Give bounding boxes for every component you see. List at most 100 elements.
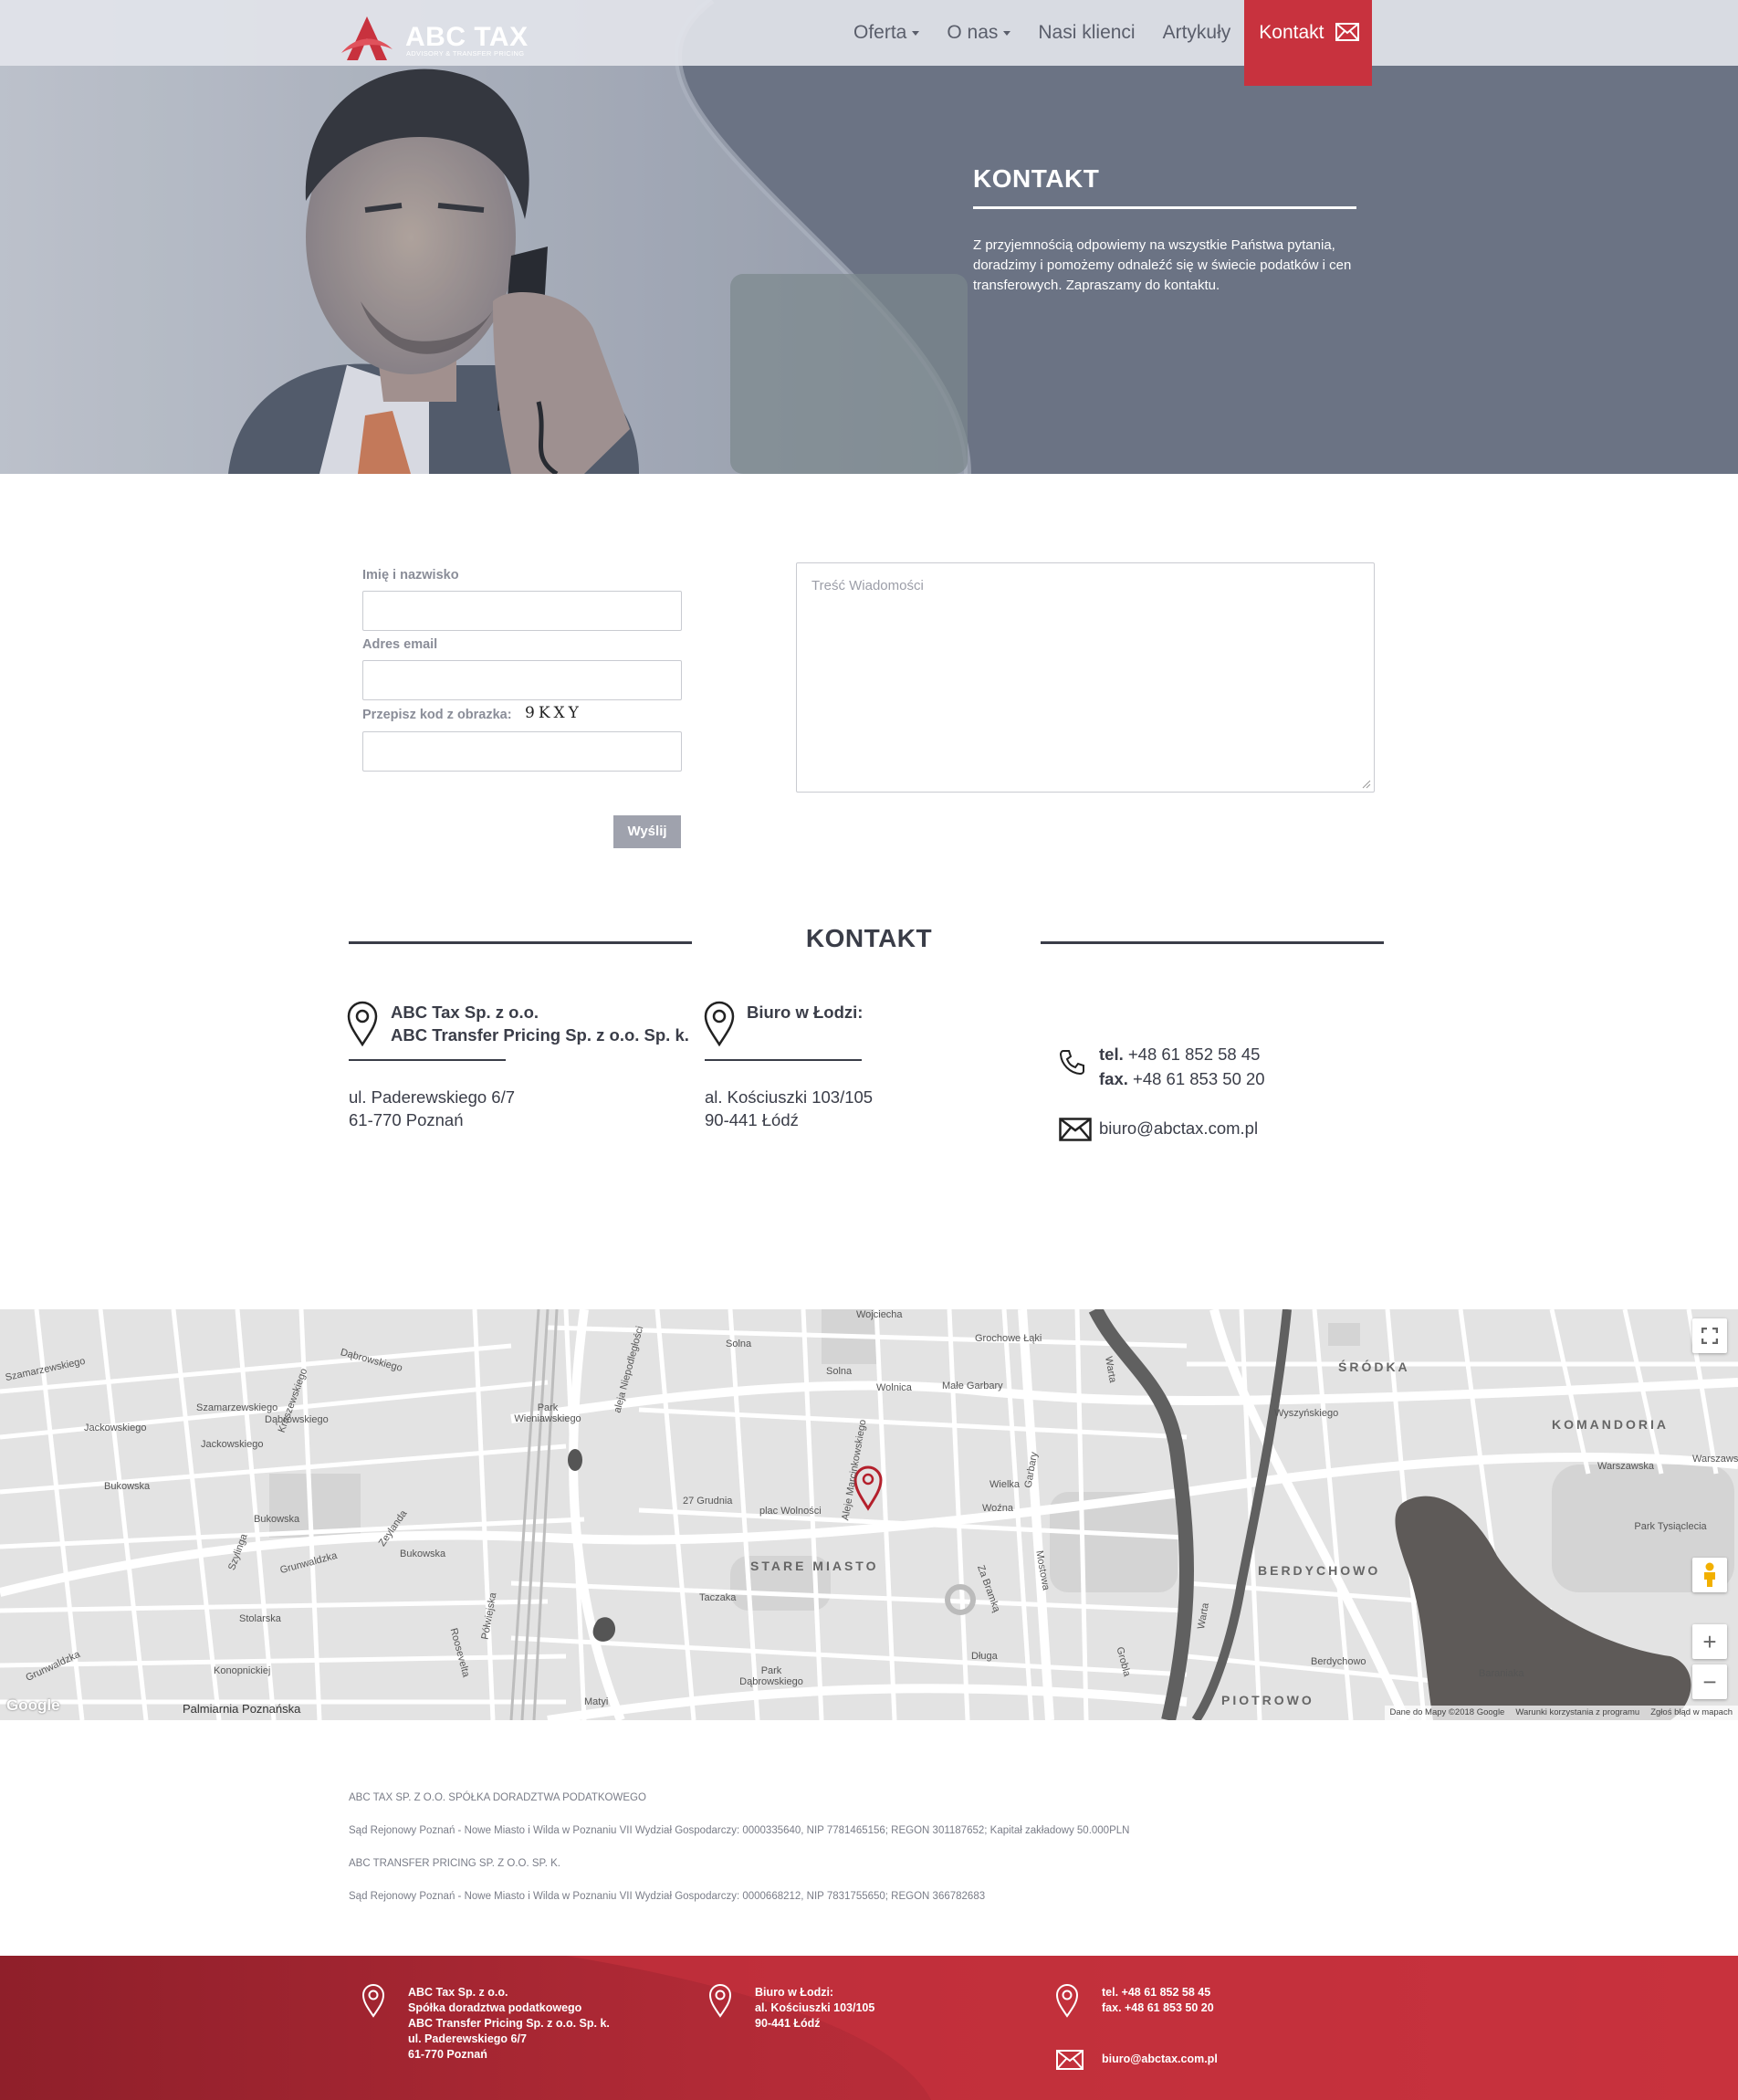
zoom-in-button[interactable]: +	[1692, 1624, 1727, 1659]
message-textarea[interactable]: Treść Wiadomości	[796, 562, 1375, 793]
map-label: ŚRÓDKA	[1338, 1360, 1410, 1374]
nav-item-kontakt[interactable]: Kontakt	[1244, 0, 1373, 86]
map-label: Konopnickiej	[214, 1665, 271, 1676]
nav-label-nasi-klienci: Nasi klienci	[1038, 22, 1136, 43]
street-view-pegman[interactable]	[1692, 1558, 1727, 1592]
google-map[interactable]: Wojciecha Solna Solna Wolnica Małe Garba…	[0, 1309, 1738, 1720]
office1-underline	[349, 1059, 506, 1061]
nav-item-oferta[interactable]: Oferta	[840, 0, 933, 66]
map-label: Solna	[826, 1366, 853, 1377]
nav-label-artykuly: Artykuły	[1162, 22, 1231, 43]
map-label: Taczaka	[699, 1592, 737, 1603]
footer-email[interactable]: biuro@abctax.com.pl	[1102, 2052, 1218, 2067]
footer-office2-line3: 90-441 Łódź	[755, 2017, 821, 2030]
google-logo[interactable]: Google	[6, 1696, 60, 1715]
caret-down-icon	[912, 30, 920, 36]
map-label: plac Wolności	[759, 1506, 822, 1517]
map-label: Szamarzewskiego	[196, 1402, 278, 1413]
map-label: Dąbrowskiego	[265, 1414, 329, 1425]
footer-office2-line2: al. Kościuszki 103/105	[755, 2001, 875, 2014]
office2-name: Biuro w Łodzi:	[747, 1003, 864, 1022]
section-divider-right	[1041, 941, 1384, 944]
map-label: Długa	[971, 1651, 998, 1662]
office1-name-line2: ABC Transfer Pricing Sp. z o.o. Sp. k.	[391, 1025, 689, 1045]
logo-icon[interactable]	[340, 13, 394, 64]
submit-button[interactable]: Wyślij	[613, 815, 681, 848]
footer-background	[0, 1956, 1738, 2100]
map-label: Wolnica	[876, 1382, 912, 1393]
map-label: Warszawska	[1692, 1454, 1738, 1465]
map-label: Berdychowo	[1311, 1656, 1366, 1667]
logo-text[interactable]: ABC TAX	[405, 22, 529, 53]
map-pin-icon	[708, 1984, 732, 2018]
map-label: BERDYCHOWO	[1258, 1563, 1381, 1578]
legal-company2-details: Sąd Rejonowy Poznań - Nowe Miasto i Wild…	[349, 1891, 986, 1902]
zoom-out-button[interactable]: −	[1692, 1664, 1727, 1699]
map-label: Matyi	[584, 1696, 609, 1707]
map-report-link[interactable]: Zgłoś błąd w mapach	[1650, 1707, 1733, 1718]
map-pin-icon	[347, 1001, 378, 1046]
map-label: Park Wieniawskiego	[514, 1402, 581, 1424]
contact-section-title: KONTAKT	[805, 924, 933, 952]
email-link[interactable]: biuro@abctax.com.pl	[1099, 1116, 1258, 1140]
map-label: Warszawska	[1597, 1461, 1654, 1472]
captcha-label: Przepisz kod z obrazka:	[362, 708, 512, 722]
footer-office1-line3: ABC Transfer Pricing Sp. z o.o. Sp. k.	[408, 2017, 610, 2030]
map-label: Palmiarnia Poznańska	[183, 1702, 301, 1716]
fax-value: +48 61 853 50 20	[1133, 1069, 1265, 1088]
footer-office1-line1: ABC Tax Sp. z o.o.	[408, 1986, 508, 1999]
footer-office1-line4: ul. Paderewskiego 6/7	[408, 2032, 527, 2045]
message-placeholder: Treść Wiadomości	[811, 578, 924, 593]
nav-label-kontakt: Kontakt	[1259, 22, 1324, 43]
legal-company2: ABC TRANSFER PRICING SP. Z O.O. SP. K.	[349, 1858, 560, 1869]
footer-office1-line5: 61-770 Poznań	[408, 2048, 487, 2061]
map-label: Wojciecha	[856, 1309, 903, 1320]
map-label: Wyszyńskiego	[1274, 1408, 1339, 1419]
email-field[interactable]	[362, 660, 682, 700]
envelope-icon	[1059, 1118, 1092, 1141]
envelope-icon	[1335, 23, 1360, 41]
email-label: Adres email	[362, 637, 438, 652]
fullscreen-icon	[1701, 1328, 1718, 1344]
office1-city: 61-770 Poznań	[349, 1110, 464, 1129]
envelope-icon	[1056, 2050, 1084, 2070]
map-label: Woźna	[982, 1503, 1014, 1514]
nav-item-nasi-klienci[interactable]: Nasi klienci	[1024, 0, 1148, 66]
legal-company1: ABC TAX SP. Z O.O. SPÓŁKA DORADZTWA PODA…	[349, 1792, 646, 1803]
hero-photo	[0, 0, 1738, 474]
map-pin-icon	[1055, 1984, 1079, 2018]
fullscreen-button[interactable]	[1692, 1318, 1727, 1353]
resize-handle-icon[interactable]	[1362, 780, 1371, 789]
nav-item-artykuly[interactable]: Artykuły	[1149, 0, 1245, 66]
map-terms-link[interactable]: Warunki korzystania z programu	[1515, 1707, 1639, 1718]
main-nav: Oferta O nas Nasi klienci Artykuły Konta…	[840, 0, 1373, 86]
map-label: 27 Grudnia	[683, 1496, 733, 1507]
map-pin-icon	[361, 1984, 385, 2018]
name-field[interactable]	[362, 591, 682, 631]
fax-label: fax.	[1099, 1069, 1128, 1088]
nav-label-o-nas: O nas	[947, 22, 999, 43]
footer-fax: fax. +48 61 853 50 20	[1102, 2001, 1214, 2014]
caret-down-icon	[1003, 30, 1011, 36]
map-label: Wielka	[989, 1479, 1021, 1490]
nav-item-o-nas[interactable]: O nas	[933, 0, 1024, 66]
map-label: Park Dąbrowskiego	[739, 1665, 803, 1687]
footer: ABC Tax Sp. z o.o. Spółka doradztwa poda…	[0, 1956, 1738, 2100]
map-label: Bukowska	[104, 1481, 151, 1492]
hero-description: Z przyjemnością odpowiemy na wszystkie P…	[973, 237, 1352, 293]
captcha-image: 9KXY	[525, 704, 582, 722]
footer-tel[interactable]: tel. +48 61 852 58 45	[1102, 1985, 1210, 2000]
pegman-icon	[1704, 1562, 1715, 1587]
captcha-field[interactable]	[362, 731, 682, 772]
name-label: Imię i nazwisko	[362, 568, 459, 583]
tel-value[interactable]: +48 61 852 58 45	[1128, 1045, 1261, 1064]
nav-label-oferta: Oferta	[853, 22, 907, 43]
map-label: PIOTROWO	[1221, 1693, 1314, 1707]
map-label: Małe Garbary	[942, 1381, 1003, 1391]
map-credits: Dane do Mapy ©2018 Google Warunki korzys…	[1384, 1706, 1738, 1720]
office2-street: al. Kościuszki 103/105	[705, 1087, 874, 1107]
map-label: KOMANDORIA	[1552, 1417, 1669, 1432]
map-label: Bukowska	[400, 1549, 446, 1559]
map-label: Jackowskiego	[84, 1423, 147, 1433]
map-pin-icon	[704, 1001, 735, 1046]
